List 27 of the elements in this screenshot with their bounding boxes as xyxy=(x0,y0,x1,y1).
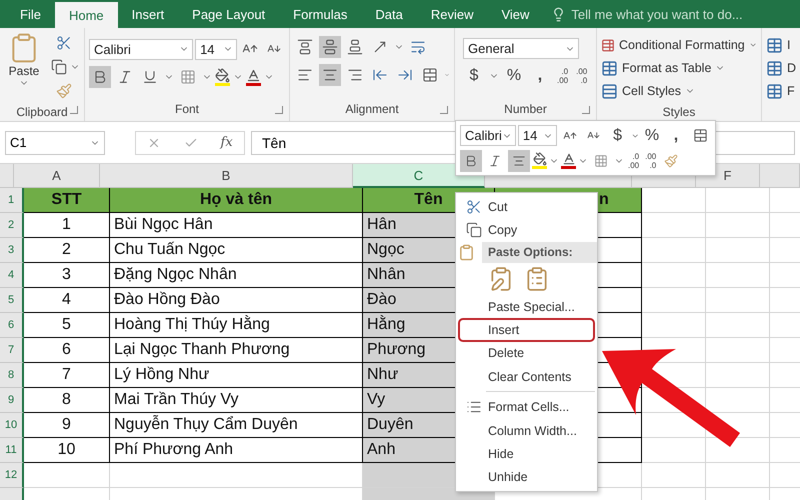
table-cell: Bùi Ngọc Hân xyxy=(110,213,363,238)
table-cell: 8 xyxy=(24,388,110,413)
table-cell: 5 xyxy=(24,313,110,338)
table-cell: Lý Hồng Như xyxy=(110,363,363,388)
table-cell: 10 xyxy=(24,438,110,463)
table-cell: 4 xyxy=(24,288,110,313)
table-cell: Đào Hồng Đào xyxy=(110,288,363,313)
group-label: Clipboard xyxy=(16,104,68,118)
table-cell: 3 xyxy=(24,263,110,288)
table-cell: 7 xyxy=(24,363,110,388)
table-cell: 9 xyxy=(24,413,110,438)
table-cell: 6 xyxy=(24,338,110,363)
table-cell: Phí Phương Anh xyxy=(110,438,363,463)
group-label: Styles xyxy=(662,104,696,118)
group-label: Font xyxy=(174,102,199,116)
header-cell: Họ và tên xyxy=(110,188,363,213)
table-cell: Mai Trần Thúy Vy xyxy=(110,388,363,413)
table-cell: 2 xyxy=(24,238,110,263)
table-cell: Lại Ngọc Thanh Phương xyxy=(110,338,363,363)
table-cell: Đặng Ngọc Nhân xyxy=(110,263,363,288)
table-cell: Nguyễn Thụy Cẩm Duyên xyxy=(110,413,363,438)
table-cell: 1 xyxy=(24,213,110,238)
header-cell: STT xyxy=(24,188,110,213)
table-cell: Chu Tuấn Ngọc xyxy=(110,238,363,263)
group-label: Alignment xyxy=(345,102,399,116)
group-label: Number xyxy=(504,102,547,116)
table-cell: Hoàng Thị Thúy Hằng xyxy=(110,313,363,338)
